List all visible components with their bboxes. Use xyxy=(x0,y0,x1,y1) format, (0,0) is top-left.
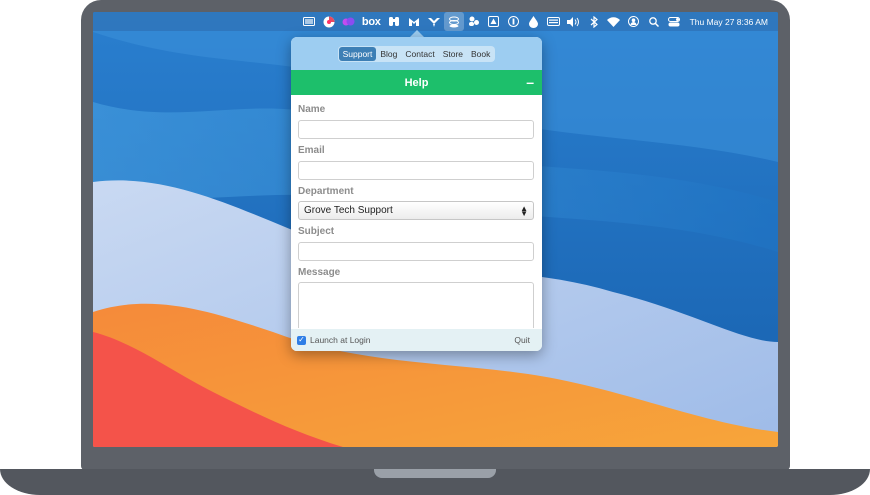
tab-bar: Support Blog Contact Store Book xyxy=(291,37,542,70)
select-arrows-icon: ▲ ▼ xyxy=(520,203,528,218)
subject-label: Subject xyxy=(298,226,335,237)
onepassword-icon[interactable] xyxy=(504,12,524,31)
segmented-control: Support Blog Contact Store Book xyxy=(337,45,496,62)
bluetooth-icon[interactable] xyxy=(584,12,604,31)
volume-icon[interactable] xyxy=(564,12,584,31)
message-textarea[interactable] xyxy=(298,282,534,328)
help-header: Help – xyxy=(291,70,542,95)
email-field[interactable] xyxy=(298,161,534,180)
box-icon[interactable]: box xyxy=(359,16,384,28)
message-label: Message xyxy=(298,267,341,278)
bird-icon[interactable] xyxy=(424,12,444,31)
laptop-notch xyxy=(374,469,496,478)
drop-icon[interactable] xyxy=(524,12,544,31)
drive-icon[interactable] xyxy=(484,12,504,31)
display-icon[interactable] xyxy=(299,12,319,31)
support-form: Name Email Department Grove Tech Support… xyxy=(291,95,542,328)
quit-button[interactable]: Quit xyxy=(514,335,542,345)
pie-chart-icon[interactable] xyxy=(319,12,339,31)
keyboard-icon[interactable] xyxy=(544,12,564,31)
popover-footer: ✓ Launch at Login Quit xyxy=(291,329,542,351)
control-center-icon[interactable] xyxy=(664,12,684,31)
wifi-icon[interactable] xyxy=(604,12,624,31)
menu-bar: box Thu May 27 8:36 AM xyxy=(93,12,778,31)
department-label: Department xyxy=(298,186,354,197)
stack-icon[interactable] xyxy=(443,12,464,31)
tab-store[interactable]: Store xyxy=(439,47,467,61)
department-select[interactable]: Grove Tech Support ▲ ▼ xyxy=(298,201,534,220)
checkbox-checked-icon[interactable]: ✓ xyxy=(297,335,306,345)
minimize-button[interactable]: – xyxy=(526,75,534,89)
tab-contact[interactable]: Contact xyxy=(401,47,438,61)
email-label: Email xyxy=(298,145,325,156)
tab-blog[interactable]: Blog xyxy=(376,47,401,61)
department-value: Grove Tech Support xyxy=(304,205,393,216)
name-label: Name xyxy=(298,104,326,115)
search-icon[interactable] xyxy=(644,12,664,31)
help-title: Help xyxy=(404,76,429,89)
popover-arrow xyxy=(410,30,424,37)
support-popover: Support Blog Contact Store Book Help – N… xyxy=(291,37,542,351)
subject-field[interactable] xyxy=(298,242,534,261)
people-icon[interactable] xyxy=(464,12,484,31)
menubar-clock[interactable]: Thu May 27 8:36 AM xyxy=(690,17,768,27)
tab-book[interactable]: Book xyxy=(467,47,494,61)
launch-label: Launch at Login xyxy=(310,335,371,345)
name-field[interactable] xyxy=(298,120,534,139)
malwarebytes-icon[interactable] xyxy=(404,12,424,31)
user-icon[interactable] xyxy=(624,12,644,31)
tab-support[interactable]: Support xyxy=(338,46,377,61)
binoculars-icon[interactable] xyxy=(384,12,404,31)
launch-at-login[interactable]: ✓ Launch at Login xyxy=(291,335,371,345)
cloud-icon[interactable] xyxy=(339,12,359,31)
